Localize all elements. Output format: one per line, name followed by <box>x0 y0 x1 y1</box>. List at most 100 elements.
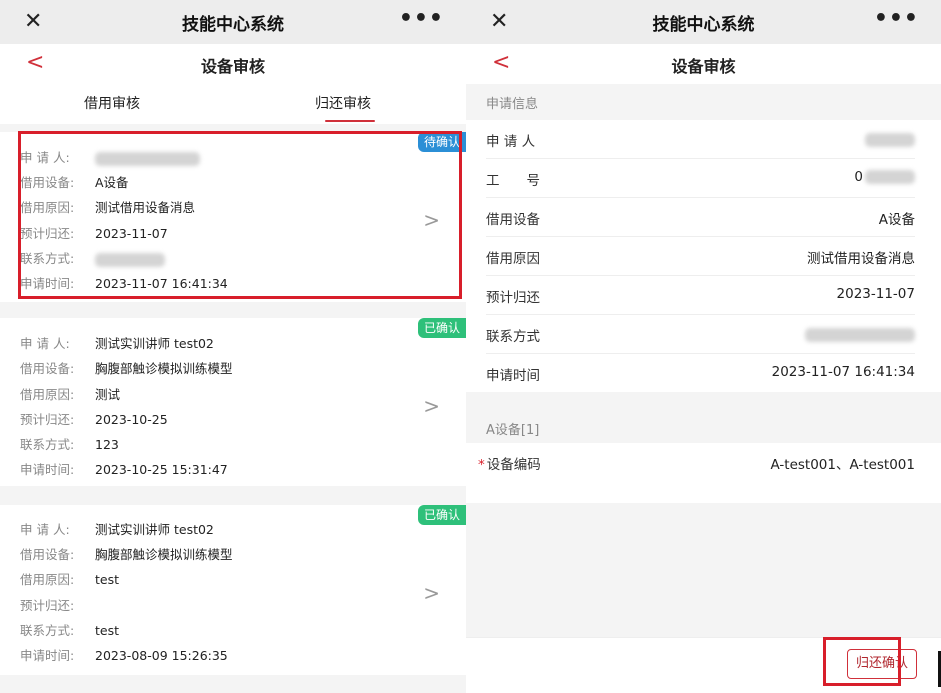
field-label: 工 号 <box>486 173 540 189</box>
contact-redacted <box>805 327 915 343</box>
reason-label: 借用原因: <box>20 572 75 587</box>
bottom-action-bar: 归还确认 <box>466 637 941 693</box>
expected-return-row: 预计归还: <box>20 595 95 614</box>
record-card[interactable]: 已确认 申 请 人: 测试实训讲师 test02 借用设备: 胸腹部触诊模拟训练模型… <box>0 318 466 486</box>
tab-borrow-review[interactable]: 借用审核 <box>84 93 140 113</box>
applicant-row: 申 请 人: 测试实训讲师 test02 <box>20 333 214 352</box>
employee-id-value: 0 <box>854 169 915 185</box>
apply-time-row: 申请时间: 2023-10-25 15:31:47 <box>20 459 228 478</box>
device-code-block: * 设备编码 A-test001、A-test001 <box>466 443 941 503</box>
nav-bar: < 设备审核 <box>466 44 941 84</box>
device-row: 借用设备: 胸腹部触诊模拟训练模型 <box>20 544 233 563</box>
apply-detail-list: 申 请 人 工 号 0 借用设备 A设备 借用原因 测试借用设备消息 预计归还 … <box>466 120 941 392</box>
contact-label: 联系方式: <box>20 437 75 452</box>
detail-row-device: 借用设备 A设备 <box>486 198 915 237</box>
app-title: 技能中心系统 <box>182 15 284 35</box>
record-card[interactable]: 待确认 申 请 人: 借用设备: A设备 借用原因: 测试借用设备消息 预计归还: 2… <box>0 132 466 302</box>
active-tab-indicator <box>325 120 375 122</box>
field-label: 借用设备 <box>486 212 540 228</box>
field-label: 申请时间 <box>486 368 540 384</box>
section-apply-info: 申请信息 <box>466 84 941 120</box>
chevron-right-icon: > <box>423 581 440 605</box>
status-badge: 待确认 <box>417 132 466 152</box>
detail-row-reason: 借用原因 测试借用设备消息 <box>486 237 915 276</box>
device-label: 借用设备: <box>20 361 75 376</box>
device-label: 借用设备: <box>20 547 75 562</box>
field-label: 申 请 人 <box>486 134 536 150</box>
contact-row: 联系方式: <box>20 248 165 267</box>
status-badge: 已确认 <box>417 505 466 525</box>
right-screen: ✕ 技能中心系统 ••• < 设备审核 申请信息 申 请 人 工 号 0 借用设… <box>466 0 941 693</box>
status-badge: 已确认 <box>417 318 466 338</box>
wechat-top-bar: ✕ 技能中心系统 ••• <box>0 0 466 44</box>
contact-label: 联系方式: <box>20 251 75 266</box>
reason-label: 借用原因: <box>20 387 75 402</box>
required-mark: * <box>478 457 485 473</box>
reason-row: 借用原因: 测试 <box>20 384 120 403</box>
applicant-label: 申 请 人: <box>20 150 70 165</box>
device-value: A设备 <box>95 175 129 190</box>
record-card[interactable]: 已确认 申 请 人: 测试实训讲师 test02 借用设备: 胸腹部触诊模拟训练模型… <box>0 505 466 675</box>
section-apply-info-label: 申请信息 <box>486 97 539 112</box>
expected-return-label: 预计归还: <box>20 226 75 241</box>
apply-time-label: 申请时间: <box>20 462 75 477</box>
app-title: 技能中心系统 <box>652 15 755 35</box>
apply-time-value: 2023-08-09 15:26:35 <box>95 648 228 663</box>
applicant-value: 测试实训讲师 test02 <box>95 522 214 537</box>
expected-return-row: 预计归还: 2023-10-25 <box>20 409 168 428</box>
tab-bar: 借用审核 归还审核 <box>0 84 466 124</box>
applicant-label: 申 请 人: <box>20 336 70 351</box>
applicant-label: 申 请 人: <box>20 522 70 537</box>
chevron-right-icon: > <box>423 208 440 232</box>
contact-label: 联系方式: <box>20 623 75 638</box>
applicant-redacted <box>865 132 915 148</box>
detail-row-expected-return: 预计归还 2023-11-07 <box>486 276 915 315</box>
contact-value: 123 <box>95 437 119 452</box>
device-value: 胸腹部触诊模拟训练模型 <box>95 547 233 562</box>
apply-time-value: 2023-11-07 16:41:34 <box>771 364 915 380</box>
contact-row: 联系方式: test <box>20 620 119 639</box>
device-code-row: * 设备编码 A-test001、A-test001 <box>478 443 915 482</box>
device-value: A设备 <box>878 212 915 228</box>
applicant-row: 申 请 人: 测试实训讲师 test02 <box>20 519 214 538</box>
field-label: 借用原因 <box>486 251 540 267</box>
field-label: 预计归还 <box>486 290 540 306</box>
applicant-redacted <box>95 151 200 166</box>
reason-value: 测试借用设备消息 <box>807 251 915 267</box>
field-label: 联系方式 <box>486 329 540 345</box>
applicant-value: 测试实训讲师 test02 <box>95 336 214 351</box>
expected-return-value: 2023-11-07 <box>95 226 168 241</box>
detail-row-contact: 联系方式 <box>486 315 915 354</box>
expected-return-value: 2023-10-25 <box>95 412 168 427</box>
contact-redacted <box>95 252 165 267</box>
contact-row: 联系方式: 123 <box>20 434 119 453</box>
section-device-label: A设备[1] <box>486 423 540 438</box>
more-icon[interactable]: ••• <box>399 6 444 31</box>
return-confirm-button[interactable]: 归还确认 <box>846 649 917 679</box>
device-code-label: * 设备编码 <box>478 457 541 473</box>
reason-row: 借用原因: test <box>20 569 119 588</box>
chevron-right-icon: > <box>423 394 440 418</box>
detail-row-applicant: 申 请 人 <box>486 120 915 159</box>
apply-time-value: 2023-11-07 16:41:34 <box>95 276 228 291</box>
apply-time-row: 申请时间: 2023-08-09 15:26:35 <box>20 645 228 664</box>
device-label: 借用设备: <box>20 175 75 190</box>
expected-return-value: 2023-11-07 <box>836 286 915 302</box>
device-row: 借用设备: 胸腹部触诊模拟训练模型 <box>20 358 233 377</box>
device-value: 胸腹部触诊模拟训练模型 <box>95 361 233 376</box>
tab-return-review[interactable]: 归还审核 <box>315 93 371 113</box>
reason-row: 借用原因: 测试借用设备消息 <box>20 197 195 216</box>
expected-return-label: 预计归还: <box>20 598 75 613</box>
expected-return-label: 预计归还: <box>20 412 75 427</box>
more-icon[interactable]: ••• <box>874 6 919 31</box>
applicant-row: 申 请 人: <box>20 147 200 166</box>
page-title: 设备审核 <box>671 57 736 76</box>
page-title: 设备审核 <box>200 57 265 76</box>
left-screen: ✕ 技能中心系统 ••• < 设备审核 借用审核 归还审核 待确认 申 请 人:… <box>0 0 466 693</box>
reason-value: 测试借用设备消息 <box>95 200 196 215</box>
detail-row-apply-time: 申请时间 2023-11-07 16:41:34 <box>486 354 915 393</box>
apply-time-value: 2023-10-25 15:31:47 <box>95 462 228 477</box>
nav-bar: < 设备审核 <box>0 44 466 84</box>
device-code-value: A-test001、A-test001 <box>770 457 915 473</box>
contact-value: test <box>95 623 120 638</box>
